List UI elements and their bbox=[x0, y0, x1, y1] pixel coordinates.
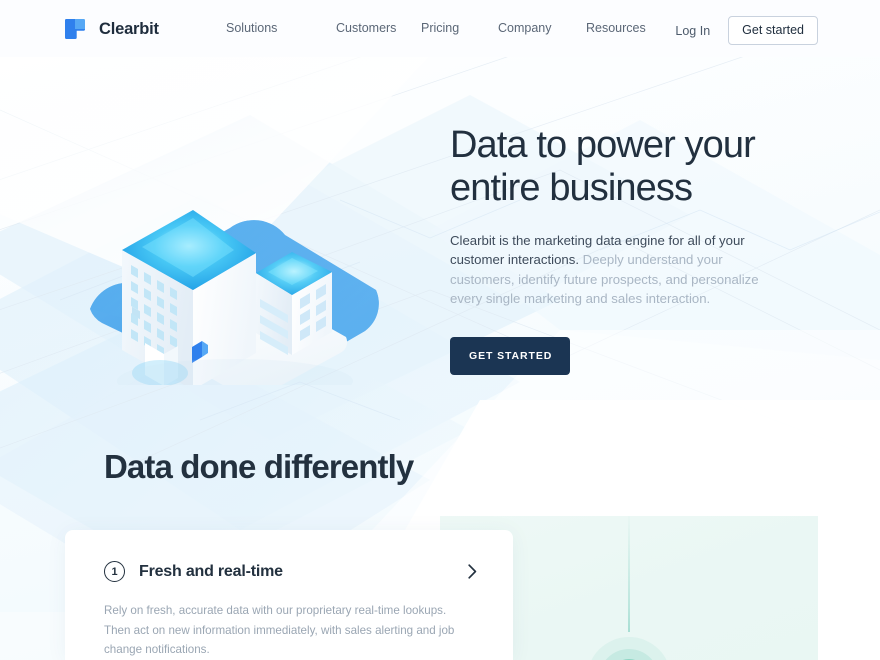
brand-name: Clearbit bbox=[99, 20, 159, 38]
clearbit-logo-icon bbox=[63, 17, 88, 42]
nav-item-customers[interactable]: Customers bbox=[336, 21, 421, 35]
hero-get-started-button[interactable]: GET STARTED bbox=[450, 336, 571, 375]
hero-content: Data to power your entire business Clear… bbox=[450, 124, 800, 375]
login-link[interactable]: Log In bbox=[675, 24, 710, 38]
beam-decoration bbox=[628, 516, 630, 632]
main-navigation: Solutions Customers Pricing Company Reso… bbox=[226, 21, 666, 35]
feature-card-header: 1 Fresh and real-time bbox=[65, 561, 513, 582]
chevron-right-icon[interactable] bbox=[468, 564, 477, 579]
hero-title: Data to power your entire business bbox=[450, 124, 756, 209]
site-header: Clearbit Solutions Customers Pricing Com… bbox=[0, 0, 880, 57]
page-root: Clearbit Solutions Customers Pricing Com… bbox=[0, 0, 880, 660]
feature-number-badge: 1 bbox=[104, 561, 125, 582]
nav-item-company[interactable]: Company bbox=[498, 21, 586, 35]
get-started-button[interactable]: Get started bbox=[728, 16, 818, 45]
hero-illustration bbox=[60, 85, 460, 403]
nav-item-solutions[interactable]: Solutions bbox=[226, 21, 336, 35]
header-actions: Log In Get started bbox=[675, 16, 818, 45]
feature-card[interactable]: 1 Fresh and real-time Rely on fresh, acc… bbox=[65, 530, 513, 660]
bell-icon-wrapper bbox=[586, 636, 672, 660]
nav-item-pricing[interactable]: Pricing bbox=[421, 21, 498, 35]
hero-paragraph: Clearbit is the marketing data engine fo… bbox=[450, 231, 782, 309]
feature-card-body: Rely on fresh, accurate data with our pr… bbox=[104, 604, 455, 656]
nav-item-resources[interactable]: Resources bbox=[586, 21, 666, 35]
isometric-city-buildings-illustration bbox=[90, 210, 379, 403]
feature-card-title: Fresh and real-time bbox=[139, 562, 283, 580]
brand-logo[interactable]: Clearbit bbox=[63, 17, 159, 42]
section-heading: Data done differently bbox=[104, 448, 414, 485]
